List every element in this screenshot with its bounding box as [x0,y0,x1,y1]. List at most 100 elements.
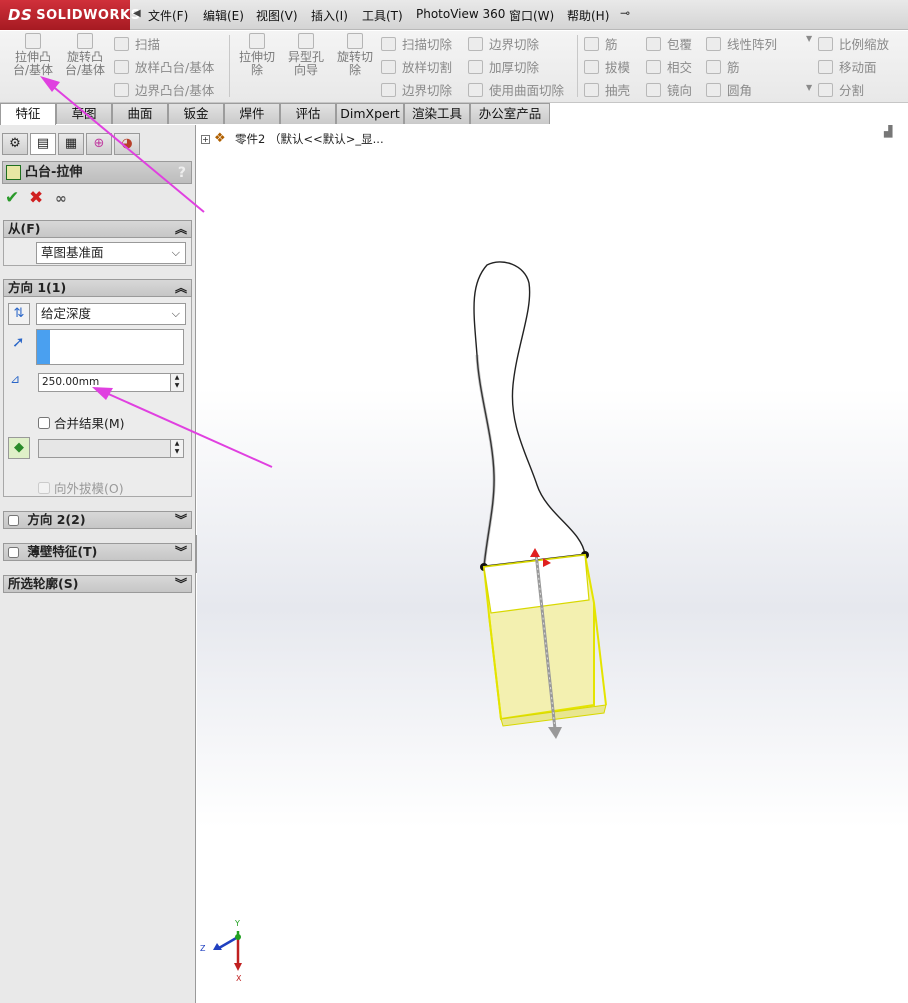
menu-insert[interactable]: 插入(I) [311,7,348,24]
expand-chevron-icon[interactable]: ︾ [175,544,187,560]
configuration-manager-tab-icon[interactable]: ▦ [58,133,84,155]
expand-chevron-icon[interactable]: ︾ [175,576,187,592]
draft-outward-label: 向外拔模(O) [54,481,124,496]
draft-button[interactable]: 拔模 [584,57,630,76]
tab-sheet-metal[interactable]: 钣金 [168,103,224,124]
menu-window[interactable]: 窗口(W) [509,7,554,24]
fillet-icon [706,82,721,97]
direction2-checkbox[interactable] [8,515,19,526]
from-group-header[interactable]: 从(F) ︽ [3,220,192,238]
depth-input[interactable]: 250.00mm ▲ ▼ [38,373,184,392]
boundary-cut-label: 边界切除 [402,83,453,98]
tab-weldments[interactable]: 焊件 [224,103,280,124]
lofted-cut-button[interactable]: 放样切割 [381,57,452,76]
surface-cut-button[interactable]: 使用曲面切除 [468,80,564,99]
swept-cut-button[interactable]: 扫描切除 [381,34,452,53]
thin-feature-group-header[interactable]: 薄壁特征(T) ︾ [3,543,192,561]
menu-help[interactable]: 帮助(H) [567,7,609,24]
direction-selection-box[interactable] [36,329,184,365]
selected-contours-group-header[interactable]: 所选轮廓(S) ︾ [3,575,192,593]
direction2-group-header[interactable]: 方向 2(2) ︾ [3,511,192,529]
rib2-button[interactable]: 筋 [706,57,740,76]
split-button[interactable]: 分割 [818,80,864,99]
merge-result-check[interactable] [38,416,50,429]
menu-tools[interactable]: 工具(T) [362,7,403,24]
draft-outward-check[interactable] [38,481,50,494]
menu-file[interactable]: 文件(F) [148,7,188,24]
intersect-label: 相交 [667,60,693,75]
linear-pattern-icon [706,36,721,51]
move-face-button[interactable]: 移动面 [818,57,877,76]
dropdown-arrow-icon[interactable]: ▼ [806,83,812,92]
preview-glasses-icon[interactable]: ∞ [55,191,67,207]
extrude-boss-button[interactable]: 拉伸凸 台/基体 [8,33,58,77]
menu-collapse-arrow-icon[interactable]: ◀ [133,8,141,19]
spinner-arrows-icon[interactable]: ▲ ▼ [170,440,183,457]
draft-outward-checkbox[interactable]: 向外拔模(O) [38,478,124,497]
revolve-cut-label: 旋转切 除 [336,50,373,77]
boundary-cut2-button[interactable]: 边界切除 [468,34,539,53]
boundary-boss-label: 边界凸台/基体 [135,83,215,98]
selection-color-swatch [37,330,50,364]
extrude-cut-button[interactable]: 拉伸切 除 [234,33,280,77]
collapse-chevron-icon[interactable]: ︽ [175,221,187,237]
wrap-button[interactable]: 包覆 [646,34,692,53]
boundary-cut-button[interactable]: 边界切除 [381,80,452,99]
triad-z-axis [218,935,239,950]
chevron-down-icon: ⌵ [171,246,180,259]
feature-title: 凸台-拉伸 [25,165,83,180]
thicken-cut-button[interactable]: 加厚切除 [468,57,539,76]
from-start-condition-select[interactable]: 草图基准面 ⌵ [36,242,186,264]
display-manager-tab-icon[interactable]: ◕ [114,133,140,155]
rib-button[interactable]: 筋 [584,34,618,53]
sweep-button[interactable]: 扫描 [114,34,160,53]
tab-sketch[interactable]: 草图 [56,103,112,124]
boundary-boss-button[interactable]: 边界凸台/基体 [114,80,214,99]
tab-surfaces[interactable]: 曲面 [112,103,168,124]
tab-dimxpert[interactable]: DimXpert [336,103,404,124]
merge-result-checkbox[interactable]: 合并结果(M) [38,413,125,432]
mirror-button[interactable]: 镜向 [646,80,692,99]
menu-edit[interactable]: 编辑(E) [203,7,244,24]
tab-render-tools[interactable]: 渲染工具 [404,103,470,124]
property-manager-tab-icon[interactable]: ▤ [30,133,56,155]
revolve-boss-button[interactable]: 旋转凸 台/基体 [60,33,110,77]
reverse-direction-icon[interactable]: ⇅ [8,303,30,325]
ok-check-icon[interactable]: ✔ [5,188,19,208]
thin-feature-checkbox[interactable] [8,547,19,558]
help-icon[interactable]: ? [178,163,186,184]
dimxpert-manager-tab-icon[interactable]: ⊕ [86,133,112,155]
tab-evaluate[interactable]: 评估 [280,103,336,124]
arrow-head-icon[interactable] [548,727,562,739]
cancel-x-icon[interactable]: ✖ [29,188,43,208]
preview-edge [593,602,607,706]
loft-boss-button[interactable]: 放样凸台/基体 [114,57,214,76]
shell-icon [584,82,599,97]
draft-toggle-icon[interactable]: ◆ [8,437,30,459]
end-condition-select[interactable]: 给定深度 ⌵ [36,303,186,325]
menu-view[interactable]: 视图(V) [256,7,298,24]
fillet-button[interactable]: 圆角 [706,80,752,99]
solidworks-logo[interactable]: DS SOLIDWORKS [0,0,140,30]
intersect-button[interactable]: 相交 [646,57,692,76]
selected-contours-label: 所选轮廓(S) [8,576,79,591]
hole-wizard-button[interactable]: 异型孔 向导 [283,33,329,77]
boundary-cut2-icon [468,36,483,51]
menu-photoview[interactable]: PhotoView 360 [416,7,505,21]
tab-office-products[interactable]: 办公室产品 [470,103,550,124]
dropdown-arrow-icon[interactable]: ▼ [806,34,812,43]
direction1-group-header[interactable]: 方向 1(1) ︽ [3,279,192,297]
spinner-arrows-icon[interactable]: ▲ ▼ [170,374,183,391]
graphics-area[interactable]: + ❖ 零件2 （默认<<默认>_显... ▟ Y Z X [197,125,908,1003]
draft-angle-input[interactable]: ▲ ▼ [38,439,184,458]
revolve-cut-button[interactable]: 旋转切 除 [332,33,378,77]
linear-pattern-button[interactable]: 线性阵列 [706,34,777,53]
pin-icon[interactable]: ⊸ [620,6,638,22]
expand-chevron-icon[interactable]: ︾ [175,512,187,528]
extrude-cut-label: 拉伸切 除 [238,50,275,77]
scale-button[interactable]: 比例缩放 [818,34,889,53]
feature-manager-tab-icon[interactable]: ⚙ [2,133,28,155]
shell-button[interactable]: 抽壳 [584,80,630,99]
tab-features[interactable]: 特征 [0,103,56,126]
collapse-chevron-icon[interactable]: ︽ [175,280,187,296]
